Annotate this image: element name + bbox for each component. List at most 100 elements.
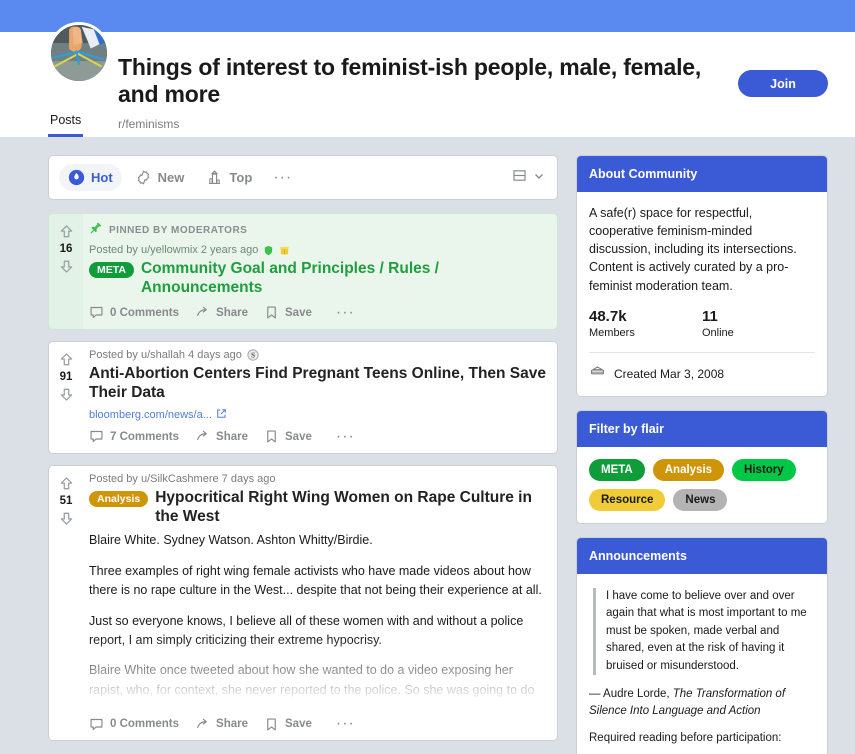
post-actions: 0 Comments Share Save ··· — [89, 304, 547, 321]
upvote-button[interactable] — [57, 474, 76, 493]
share-button[interactable]: Share — [195, 305, 248, 320]
flair-pill-meta[interactable]: META — [589, 458, 645, 481]
green-shield-badge — [263, 245, 274, 256]
sort-top[interactable]: Top — [197, 164, 261, 191]
post-author-line[interactable]: Posted by u/SilkCashmere 7 days ago — [89, 473, 276, 485]
post-card[interactable]: 51 Posted by u/SilkCashmere 7 days ago A… — [48, 464, 558, 742]
post-actions: 7 Comments Share Save ··· — [89, 428, 547, 445]
post-flair-meta[interactable]: META — [89, 262, 134, 278]
post-link-text: bloomberg.com/news/a... — [89, 408, 212, 421]
page-body: Hot New Top ··· 16 PINNED BY MODERATORS … — [0, 137, 855, 754]
comments-button[interactable]: 0 Comments — [89, 305, 179, 320]
attribution-prefix: — Audre Lorde, — [589, 687, 673, 700]
community-header-text: Things of interest to feminist-ish peopl… — [118, 32, 718, 131]
share-arrow-icon — [195, 429, 210, 444]
community-stats: 48.7k Members 11 Online — [589, 308, 815, 339]
post-card[interactable]: 16 PINNED BY MODERATORS Posted by u/yell… — [48, 213, 558, 330]
flame-icon — [68, 169, 85, 186]
post-flair-analysis[interactable]: Analysis — [89, 490, 149, 507]
post-author-line[interactable]: Posted by u/yellowmix 2 years ago — [89, 244, 258, 256]
post-meta: Posted by u/shallah 4 days ago S — [89, 349, 547, 361]
save-label: Save — [285, 718, 312, 731]
save-button[interactable]: Save — [264, 305, 312, 320]
sort-new[interactable]: New — [126, 164, 194, 191]
post-content: PINNED BY MODERATORS Posted by u/yellowm… — [83, 214, 557, 329]
post-actions: 0 Comments Share Save ··· — [89, 716, 547, 732]
share-label: Share — [216, 306, 248, 319]
svg-text:S: S — [251, 352, 255, 360]
filter-by-flair-heading: Filter by flair — [577, 410, 827, 447]
downvote-button[interactable] — [57, 257, 76, 276]
share-label: Share — [216, 718, 248, 731]
podium-icon — [206, 169, 223, 186]
vote-column: 16 — [49, 214, 83, 329]
selftext-paragraph: Blaire White. Sydney Watson. Ashton Whit… — [89, 533, 373, 548]
bookmark-icon — [264, 429, 279, 444]
comment-bubble-icon — [89, 305, 104, 320]
post-overflow-button[interactable]: ··· — [328, 304, 363, 321]
s-circle-badge: S — [247, 349, 259, 361]
flair-pill-history[interactable]: History — [732, 458, 796, 481]
post-author-line[interactable]: Posted by u/shallah 4 days ago — [89, 349, 242, 361]
downvote-button[interactable] — [57, 385, 76, 404]
filter-by-flair-body: META Analysis History Resource News — [577, 447, 827, 523]
pinned-label: PINNED BY MODERATORS — [109, 225, 248, 236]
vote-column: 51 — [49, 466, 83, 741]
sparkle-icon — [135, 169, 152, 186]
flair-pill-resource[interactable]: Resource — [589, 488, 666, 511]
comments-button[interactable]: 0 Comments — [89, 717, 179, 732]
flair-pill-list: META Analysis History Resource News — [589, 458, 815, 511]
community-header: Things of interest to feminist-ish peopl… — [0, 22, 855, 137]
announcements-body: I have come to believe over and over aga… — [577, 574, 827, 754]
post-title[interactable]: Hypocritical Right Wing Women on Rape Cu… — [155, 489, 547, 527]
announcement-attribution: — Audre Lorde, The Transformation of Sil… — [589, 686, 815, 721]
post-content: Posted by u/SilkCashmere 7 days ago Anal… — [83, 466, 557, 741]
sort-hot[interactable]: Hot — [59, 164, 122, 191]
comments-button[interactable]: 7 Comments — [89, 429, 179, 444]
save-button[interactable]: Save — [264, 717, 312, 732]
save-button[interactable]: Save — [264, 429, 312, 444]
comment-bubble-icon — [89, 717, 104, 732]
post-overflow-button[interactable]: ··· — [328, 716, 363, 732]
share-button[interactable]: Share — [195, 717, 248, 732]
tab-posts[interactable]: Posts — [48, 108, 84, 137]
post-meta: Posted by u/SilkCashmere 7 days ago — [89, 473, 547, 485]
card-view-icon — [511, 167, 528, 189]
upvote-button[interactable] — [57, 350, 76, 369]
members-label: Members — [589, 326, 635, 339]
post-title-line: Analysis Hypocritical Right Wing Women o… — [89, 489, 547, 527]
vote-column: 91 — [49, 342, 83, 453]
sort-overflow-button[interactable]: ··· — [265, 169, 300, 186]
members-count: 48.7k — [589, 307, 627, 325]
announcements-card: Announcements I have come to believe ove… — [576, 536, 828, 754]
post-card[interactable]: 91 Posted by u/shallah 4 days ago S Anti… — [48, 340, 558, 454]
filter-by-flair-card: Filter by flair META Analysis History Re… — [576, 409, 828, 524]
post-title[interactable]: Community Goal and Principles / Rules / … — [141, 260, 547, 298]
flair-pill-news[interactable]: News — [673, 488, 728, 511]
selftext-paragraph: Just so everyone knows, I believe all of… — [89, 613, 524, 647]
post-sort-bar: Hot New Top ··· — [48, 155, 558, 200]
join-button[interactable]: Join — [738, 70, 828, 97]
comment-bubble-icon — [89, 429, 104, 444]
sort-new-label: New — [157, 170, 185, 185]
members-stat: 48.7k Members — [589, 308, 702, 339]
flair-pill-analysis[interactable]: Analysis — [652, 458, 725, 481]
save-label: Save — [285, 430, 312, 443]
share-button[interactable]: Share — [195, 429, 248, 444]
chevron-down-icon — [533, 169, 545, 187]
post-overflow-button[interactable]: ··· — [328, 428, 363, 445]
post-title-line: META Community Goal and Principles / Rul… — [89, 260, 547, 298]
sidebar: About Community A safe(r) space for resp… — [576, 155, 828, 754]
post-title[interactable]: Anti-Abortion Centers Find Pregnant Teen… — [89, 365, 547, 403]
post-external-link[interactable]: bloomberg.com/news/a... — [89, 408, 547, 422]
community-avatar[interactable] — [48, 22, 110, 84]
save-label: Save — [285, 306, 312, 319]
upvote-button[interactable] — [57, 222, 76, 241]
post-content: Posted by u/shallah 4 days ago S Anti-Ab… — [83, 342, 557, 453]
community-tabs: Posts — [48, 108, 84, 137]
downvote-button[interactable] — [57, 509, 76, 528]
vote-score: 51 — [59, 494, 73, 507]
announcement-quote: I have come to believe over and over aga… — [593, 587, 815, 675]
view-mode-selector[interactable] — [511, 167, 545, 189]
online-label: Online — [702, 326, 734, 339]
